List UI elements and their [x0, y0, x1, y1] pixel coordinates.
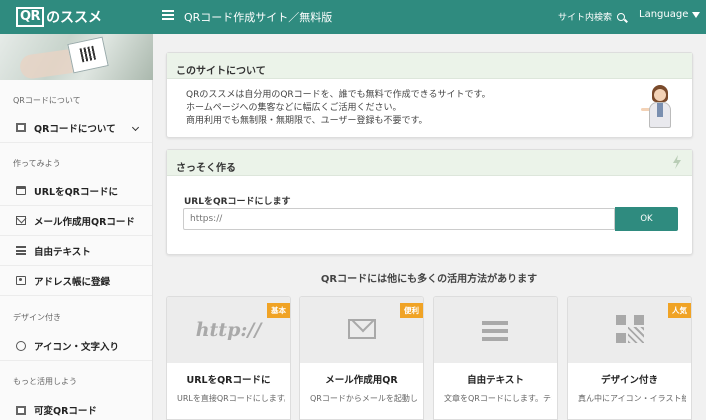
window-icon	[16, 186, 26, 195]
about-text: QRのススメは自分用のQRコードを、誰でも無料で作成できるサイトです。 ホームペ…	[186, 89, 491, 128]
sidebar-item-about-qr[interactable]: QRコードについて	[0, 113, 152, 143]
sidebar-banner-image	[0, 34, 153, 80]
text-lines-icon	[16, 246, 26, 255]
ok-button[interactable]: OK	[615, 207, 678, 231]
text-lines-icon	[482, 321, 508, 341]
avatar-shirt	[657, 103, 663, 117]
sidebar-item-url[interactable]: URLをQRコードに	[0, 176, 152, 206]
sidebar-item-label: 自由テキスト	[34, 246, 91, 258]
sidebar-section-more: もっと活用しよう	[13, 377, 77, 386]
sidebar-item-label: URLをQRコードに	[34, 186, 118, 198]
about-card-title: このサイトについて	[167, 53, 692, 79]
feature-visual: 便利	[300, 297, 423, 363]
staff-illustration	[641, 85, 677, 131]
menu-icon[interactable]	[162, 10, 174, 20]
feature-card-text[interactable]: 自由テキスト 文章をQRコードにします。テキストは自由に指	[433, 296, 558, 420]
site-search-label: サイト内検索	[558, 13, 613, 23]
feature-badge: 基本	[267, 303, 290, 318]
feature-badge: 便利	[400, 303, 423, 318]
feature-card-mail[interactable]: 便利 メール作成用QR QRコードからメールを起動します。件名・本文の	[299, 296, 424, 420]
avatar-face	[654, 89, 666, 101]
logo-text: のススメ	[46, 10, 103, 26]
smile-icon	[16, 340, 26, 351]
feature-title: メール作成用QR	[325, 375, 398, 386]
quick-create-card: さっそく作る URLをQRコードにします OK	[166, 149, 693, 255]
about-line: 商用利用でも無制限・無期限で、ユーザー登録も不要です。	[186, 116, 428, 126]
sidebar-item-address-book[interactable]: アドレス帳に登録	[0, 266, 152, 296]
sidebar-item-label: アイコン・文字入り	[34, 341, 120, 353]
language-label: Language	[639, 9, 689, 20]
quick-create-title: さっそく作る	[167, 150, 692, 176]
url-input[interactable]	[183, 208, 615, 230]
sidebar-item-text[interactable]: 自由テキスト	[0, 236, 152, 266]
site-title: QRコード作成サイト／無料版	[184, 11, 333, 24]
sidebar-section-make: 作ってみよう	[13, 159, 61, 168]
site-search-link[interactable]: サイト内検索	[558, 10, 626, 23]
logo-qr-mark: QR	[16, 7, 45, 27]
qr-icon	[16, 123, 26, 132]
feature-card-design[interactable]: 人気 デザイン付き 真ん中にアイコン・イラスト絵や、文字を重ねら	[567, 296, 692, 420]
top-header: QR のススメ QRコード作成サイト／無料版 サイト内検索 Language	[0, 0, 706, 34]
http-icon: http://	[195, 319, 262, 341]
search-icon	[617, 12, 626, 21]
feature-description: QRコードからメールを起動します。件名・本文の	[310, 394, 418, 403]
about-line: ホームページへの集客などに幅広くご活用ください。	[186, 103, 402, 113]
url-field-label: URLをQRコードにします	[184, 197, 291, 207]
feature-title: URLをQRコードに	[186, 375, 271, 386]
feature-card-url[interactable]: http:// 基本 URLをQRコードに URLを直接QRコードにします。一番…	[166, 296, 291, 420]
feature-badge: 人気	[668, 303, 691, 318]
qr-icon	[16, 405, 26, 415]
phone-qr-illustration	[67, 36, 109, 74]
feature-visual	[434, 297, 557, 363]
caret-down-icon	[692, 11, 701, 18]
feature-title: 自由テキスト	[467, 375, 524, 386]
sidebar-item-label: QRコードについて	[34, 123, 116, 135]
lightning-icon	[673, 155, 681, 169]
sidebar: QRコードについて QRコードについて 作ってみよう URLをQRコードに メー…	[0, 34, 153, 420]
qr-icon	[616, 315, 644, 343]
chevron-down-icon	[131, 123, 140, 132]
sidebar-item-label: メール作成用QRコード	[34, 216, 135, 228]
sidebar-item-icon-text[interactable]: アイコン・文字入り	[0, 331, 152, 361]
sidebar-item-mail[interactable]: メール作成用QRコード	[0, 206, 152, 236]
site-logo[interactable]: QR のススメ	[0, 0, 153, 34]
sidebar-item-label: 可変QRコード	[34, 406, 97, 417]
about-card: このサイトについて QRのススメは自分用のQRコードを、誰でも無料で作成できるサ…	[166, 52, 693, 138]
quick-create-title-text: さっそく作る	[176, 163, 236, 174]
feature-description: URLを直接QRコードにします。一番シンプルな使	[177, 394, 285, 403]
mail-icon	[348, 319, 376, 339]
feature-description: 真ん中にアイコン・イラスト絵や、文字を重ねら	[578, 394, 686, 403]
language-dropdown[interactable]: Language	[639, 9, 701, 20]
feature-description: 文章をQRコードにします。テキストは自由に指	[444, 394, 552, 403]
mail-icon	[16, 216, 26, 225]
sidebar-item-dynamic-qr[interactable]: 可変QRコード	[0, 395, 152, 420]
sidebar-section-design: デザイン付き	[13, 313, 61, 322]
sidebar-item-label: アドレス帳に登録	[34, 276, 111, 288]
about-line: QRのススメは自分用のQRコードを、誰でも無料で作成できるサイトです。	[186, 90, 491, 100]
features-heading: QRコードには他にも多くの活用方法があります	[320, 274, 538, 285]
address-book-icon	[16, 276, 26, 285]
sidebar-section-about: QRコードについて	[13, 96, 81, 105]
feature-title: デザイン付き	[600, 375, 658, 386]
feature-visual: 人気	[568, 297, 691, 363]
feature-visual: http:// 基本	[167, 297, 290, 363]
